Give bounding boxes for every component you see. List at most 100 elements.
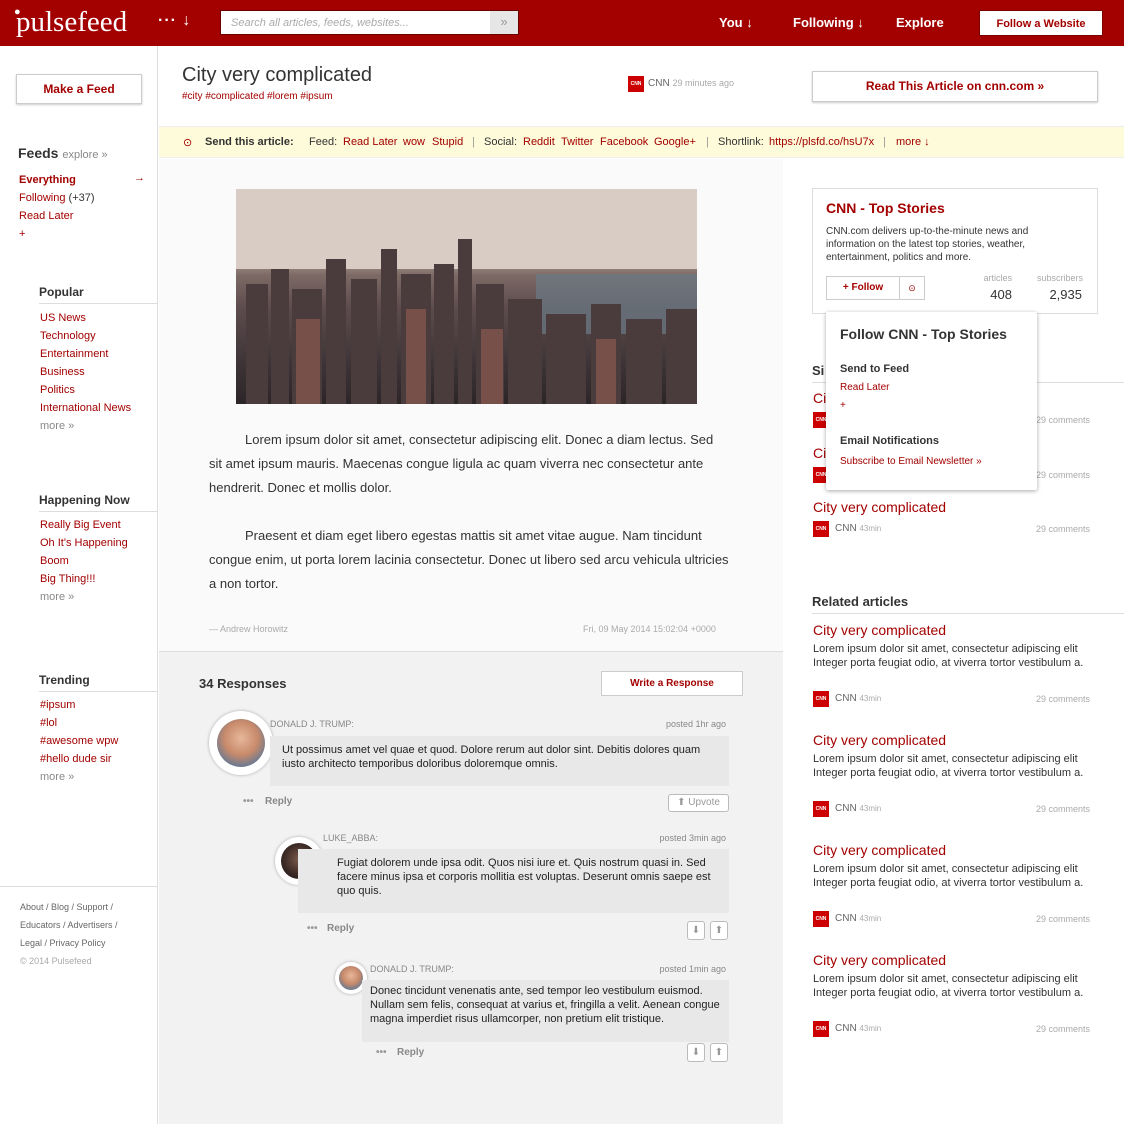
comment-body: Fugiat dolorem unde ipsa odit. Quos nisi… [298,849,729,913]
nav-you[interactable]: You ↓ [719,15,753,30]
comment-user[interactable]: LUKE_ABBA: [323,833,378,843]
comment-options-icon[interactable]: ••• [307,923,318,934]
related-item-source: CNN 43min [835,803,882,814]
source-title[interactable]: CNN - Top Stories [826,200,945,216]
reply-button[interactable]: Reply [265,796,292,807]
happening-item[interactable]: Really Big Event [40,519,121,531]
share-bar: ⊙ Send this article: Feed: Read Later wo… [159,126,1124,158]
happening-item[interactable]: Boom [40,555,69,567]
add-feed-plus[interactable]: + [19,228,25,240]
trending-more-link[interactable]: more » [40,771,74,783]
popular-item[interactable]: Technology [40,330,96,342]
trending-heading: Trending [39,673,157,692]
popular-item[interactable]: Business [40,366,85,378]
footer-links[interactable]: Legal / Privacy Policy [20,938,106,948]
upvote-button[interactable]: ⬆ [710,1043,728,1062]
popular-item[interactable]: International News [40,402,131,414]
feed-following[interactable]: Following (+37) [19,192,95,204]
upvote-button[interactable]: ⬆ [710,921,728,940]
share-feed-stupid[interactable]: Stupid [432,136,463,148]
feed-read-later[interactable]: Read Later [19,210,73,222]
share-facebook[interactable]: Facebook [600,136,648,148]
related-item-title[interactable]: City very complicated [813,622,946,638]
popular-item[interactable]: Entertainment [40,348,108,360]
cnn-logo-icon: CNN [628,76,644,92]
more-menu-button[interactable]: ··· ↓ [158,12,191,30]
comment-options-icon[interactable]: ••• [243,796,254,807]
shortlink-url[interactable]: https://plsfd.co/hsU7x [769,136,874,148]
feed-everything[interactable]: Everything [19,174,76,186]
article-author[interactable]: — Andrew Horowitz [209,624,288,634]
upvote-button[interactable]: ⬆ Upvote [668,794,729,812]
article-date: Fri, 09 May 2014 15:02:04 +0000 [583,624,716,634]
send-to-feed-heading: Send to Feed [840,363,910,375]
happening-item[interactable]: Oh It's Happening [40,537,128,549]
footer-divider [0,886,158,887]
comment-options-icon[interactable]: ••• [376,1047,387,1058]
search-submit-button[interactable]: » [490,11,518,34]
share-twitter[interactable]: Twitter [561,136,593,148]
popular-more-link[interactable]: more » [40,420,74,432]
comment-count[interactable]: 29 comments [1036,470,1090,480]
pulsefeed-logo[interactable]: ● pulsefeed [14,6,127,39]
write-response-button[interactable]: Write a Response [601,671,743,696]
related-item-desc: Lorem ipsum dolor sit amet, consectetur … [813,863,1084,889]
trending-item[interactable]: #ipsum [40,699,75,711]
happening-item[interactable]: Big Thing!!! [40,573,95,585]
make-feed-button[interactable]: Make a Feed [16,74,142,104]
comment-count[interactable]: 29 comments [1036,415,1090,425]
trending-item[interactable]: #hello dude sir [40,753,112,765]
nav-following[interactable]: Following ↓ [793,15,864,30]
popular-item[interactable]: US News [40,312,86,324]
similar-item-title[interactable]: Ci [813,390,826,406]
feed-label: Feed: [309,136,338,148]
similar-item-title[interactable]: Ci [813,445,826,461]
comment-time: posted 1min ago [659,964,726,974]
cnn-logo-icon: CNN [813,911,829,927]
follow-source-button[interactable]: + Follow [826,276,900,300]
comment-count[interactable]: 29 comments [1036,694,1090,704]
comment-count[interactable]: 29 comments [1036,914,1090,924]
downvote-button[interactable]: ⬇ [687,1043,705,1062]
article-hero-image [236,189,697,404]
avatar[interactable] [209,711,273,775]
comment-count[interactable]: 29 comments [1036,804,1090,814]
related-item-title[interactable]: City very complicated [813,952,946,968]
reply-button[interactable]: Reply [327,923,354,934]
article-tags[interactable]: #city #complicated #lorem #ipsum [182,91,333,102]
reply-button[interactable]: Reply [397,1047,424,1058]
share-more-link[interactable]: more ↓ [896,136,930,148]
target-icon[interactable]: ⊙ [899,276,925,300]
feeds-explore-link[interactable]: explore » [62,149,107,161]
follow-website-button[interactable]: Follow a Website [979,10,1103,36]
comment-count[interactable]: 29 comments [1036,1024,1090,1034]
trending-item[interactable]: #awesome wpw [40,735,118,747]
share-feed-wow[interactable]: wow [403,136,425,148]
share-google-plus[interactable]: Google+ [654,136,696,148]
comment-count[interactable]: 29 comments [1036,524,1090,534]
related-item-title[interactable]: City very complicated [813,732,946,748]
popular-item[interactable]: Politics [40,384,75,396]
happening-more-link[interactable]: more » [40,591,74,603]
similar-item-title[interactable]: City very complicated [813,499,946,515]
related-item-title[interactable]: City very complicated [813,842,946,858]
comment-user[interactable]: DONALD J. TRUMP: [270,719,354,729]
footer-links[interactable]: About / Blog / Support / [20,902,113,912]
top-bar: ● pulsefeed ··· ↓ Search all articles, fe… [0,0,1124,46]
popover-add-feed[interactable]: + [840,400,846,411]
share-feed-read-later[interactable]: Read Later [343,136,397,148]
footer-links[interactable]: Educators / Advertisers / [20,920,118,930]
downvote-button[interactable]: ⬇ [687,921,705,940]
read-article-button[interactable]: Read This Article on cnn.com » [812,71,1098,102]
share-reddit[interactable]: Reddit [523,136,555,148]
comment-user[interactable]: DONALD J. TRUMP: [370,964,454,974]
search-input[interactable]: Search all articles, feeds, websites... … [220,10,519,35]
cnn-logo-icon: CNN [813,801,829,817]
comment-body: Donec tincidunt venenatis ante, sed temp… [362,980,729,1042]
trending-item[interactable]: #lol [40,717,57,729]
popover-read-later[interactable]: Read Later [840,382,889,393]
subscribe-newsletter-link[interactable]: Subscribe to Email Newsletter » [840,456,982,467]
nav-explore[interactable]: Explore [896,15,944,30]
social-label: Social: [484,136,518,148]
popular-heading: Popular [39,285,157,304]
